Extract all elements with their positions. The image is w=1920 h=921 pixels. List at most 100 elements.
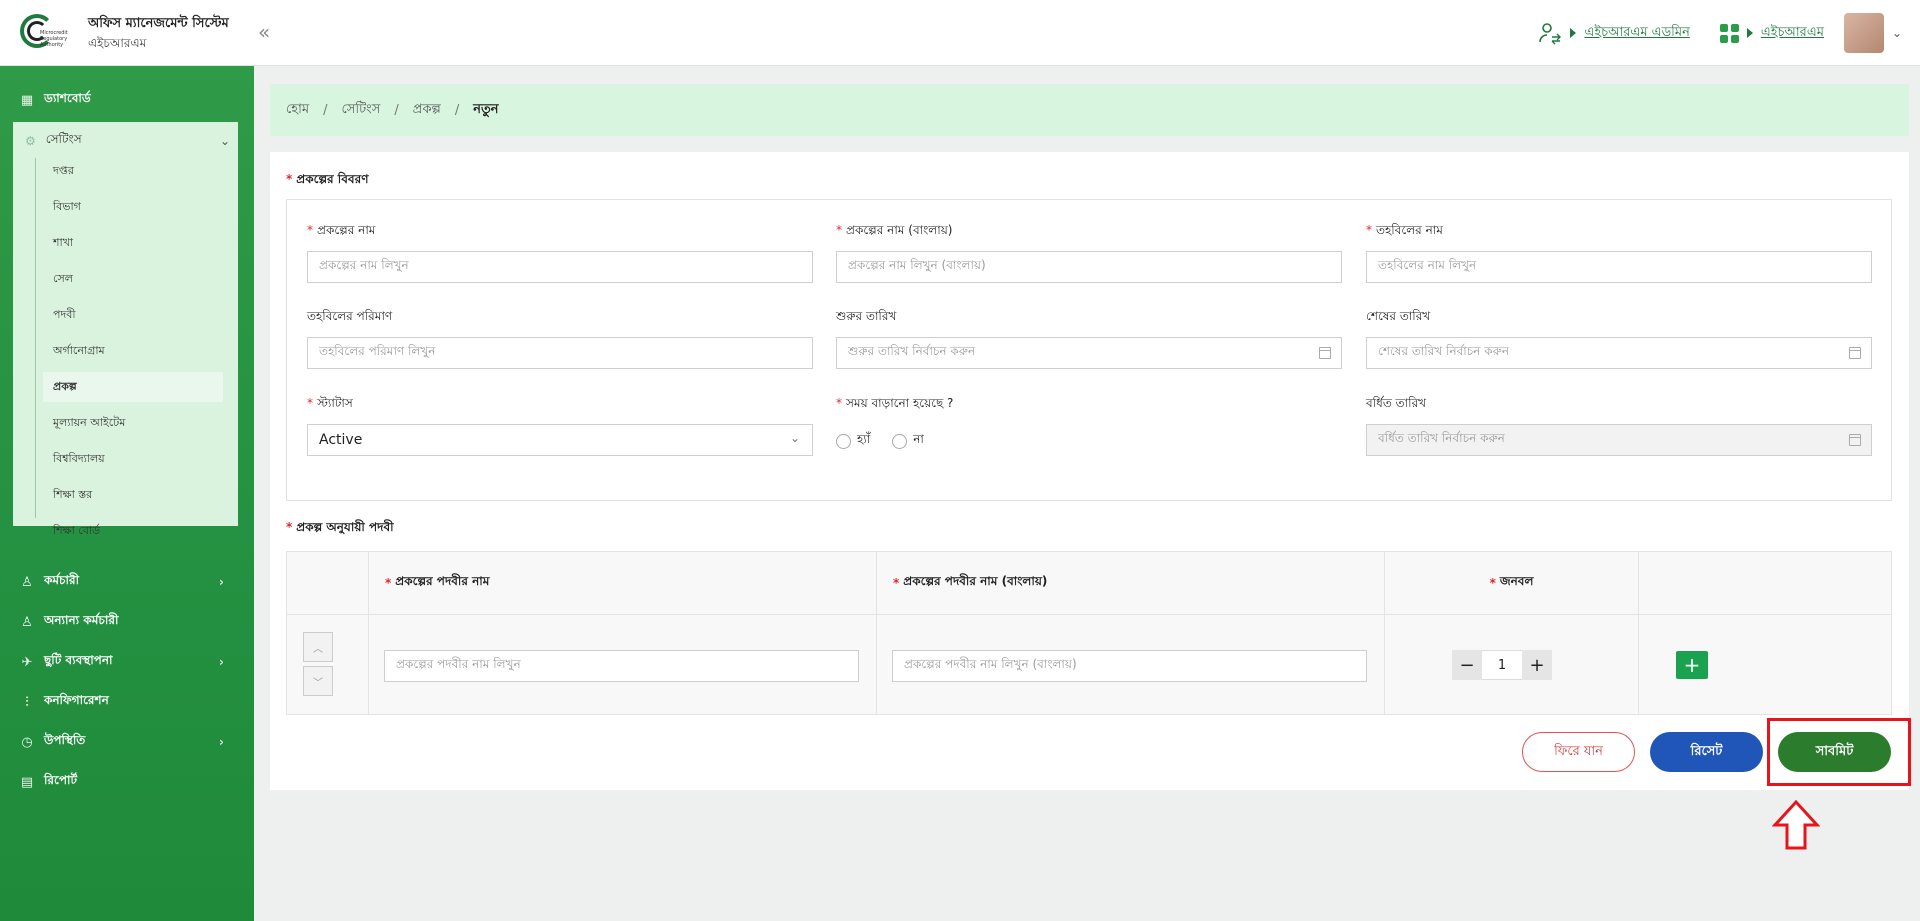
col-header-manpower: * জনবল xyxy=(1489,574,1534,590)
submenu-item-evaluation[interactable]: মূল্যায়ন আইটেম xyxy=(53,408,223,438)
radio-no[interactable] xyxy=(892,433,908,449)
move-up-button[interactable]: ︿ xyxy=(303,632,333,662)
calendar-icon[interactable] xyxy=(1849,347,1861,359)
sidebar-item-leave[interactable]: ✈ ছুটি ব্যবস্থাপনা › xyxy=(20,648,230,676)
breadcrumb-separator: / xyxy=(394,102,399,118)
col-header-designation-bn: * প্রকল্পের পদবীর নাম (বাংলায়) xyxy=(893,574,1048,590)
label-project-name-bn: * প্রকল্পের নাম (বাংলায়) xyxy=(836,223,953,237)
user-switch-icon xyxy=(1539,23,1562,45)
label-project-name: * প্রকল্পের নাম xyxy=(307,223,376,237)
settings-menu: ⚙ সেটিংস ⌄ দপ্তর বিভাগ শাখা সেল পদবী অর্… xyxy=(13,122,238,537)
sidebar: ▦ ড্যাশবোর্ড ⚙ সেটিংস ⌄ দপ্তর বিভাগ শাখা… xyxy=(0,66,254,921)
manpower-value[interactable]: 1 xyxy=(1482,650,1522,680)
project-name-input[interactable]: প্রকল্পের নাম লিখুন xyxy=(307,251,813,283)
sidebar-item-employee[interactable]: ♙ কর্মচারী › xyxy=(20,568,230,596)
plane-icon: ✈ xyxy=(21,654,33,670)
submenu-item-project[interactable]: প্রকল্প xyxy=(43,372,223,402)
submenu-item-university[interactable]: বিশ্ববিদ্যালয় xyxy=(53,444,223,474)
chevron-right-icon: › xyxy=(219,655,224,669)
label-fund-amount: তহবিলের পরিমাণ xyxy=(307,309,393,323)
label-extended: * সময় বাড়ানো হয়েছে ? xyxy=(836,396,954,410)
breadcrumb-separator: / xyxy=(323,102,328,118)
start-date-placeholder: শুরুর তারিখ নির্বাচন করুন xyxy=(848,344,976,358)
label-fund-name: * তহবিলের নাম xyxy=(1366,223,1443,237)
module-link[interactable]: এইচআরএম xyxy=(1761,23,1824,44)
extended-radio-group: হ্যাঁ না xyxy=(836,431,924,451)
sidebar-item-label: রিপোর্ট xyxy=(44,773,78,787)
radio-yes[interactable] xyxy=(836,433,851,449)
user-icon: ♙ xyxy=(21,614,33,630)
gear-icon: ⚙ xyxy=(25,134,36,148)
user-avatar[interactable] xyxy=(1843,13,1884,53)
sidebar-item-attendance[interactable]: ◷ উপস্থিতি › xyxy=(20,728,230,756)
label-start-date: শুরুর তারিখ xyxy=(836,309,897,323)
fund-amount-input[interactable]: তহবিলের পরিমাণ লিখুন xyxy=(307,337,813,369)
submenu-item-organogram[interactable]: অর্গানোগ্রাম xyxy=(53,336,223,366)
app-title: অফিস ম্যানেজমেন্ট সিস্টেম xyxy=(88,16,229,31)
sidebar-item-report[interactable]: ▤ রিপোর্ট xyxy=(20,768,230,796)
col-header-designation: * প্রকল্পের পদবীর নাম xyxy=(385,574,490,590)
sidebar-item-label: ড্যাশবোর্ড xyxy=(44,91,91,105)
mra-logo: Microcredit Regulatory Authority xyxy=(20,14,70,52)
chevron-down-icon[interactable]: ⌄ xyxy=(1892,26,1902,40)
breadcrumb-home[interactable]: হোম xyxy=(286,100,309,121)
submenu-item-education-level[interactable]: শিক্ষা স্তর xyxy=(53,480,223,510)
calendar-icon[interactable] xyxy=(1319,347,1331,359)
submenu-item-designation[interactable]: পদবী xyxy=(53,300,223,330)
submenu-item-education-board[interactable]: শিক্ষা বোর্ড xyxy=(53,516,223,546)
submenu-item-department[interactable]: বিভাগ xyxy=(53,192,223,222)
back-button[interactable]: ফিরে যান xyxy=(1522,732,1635,772)
radio-no-label: না xyxy=(913,432,924,446)
calendar-icon xyxy=(1849,434,1861,446)
collapse-sidebar-button[interactable]: « xyxy=(258,20,270,44)
app-subtitle: এইচআরএম xyxy=(88,36,147,50)
chevron-right-icon: › xyxy=(219,575,224,589)
sidebar-item-label: সেটিংস xyxy=(45,132,82,146)
reset-button[interactable]: রিসেট xyxy=(1650,732,1763,772)
label-status: * স্ট্যাটাস xyxy=(307,396,353,410)
submenu-item-cell[interactable]: সেল xyxy=(53,264,223,294)
table-row: ︿ ﹀ প্রকল্পের পদবীর নাম লিখুন প্রকল্পের … xyxy=(287,614,1891,714)
up-arrow-icon xyxy=(1772,800,1820,850)
designation-input[interactable]: প্রকল্পের পদবীর নাম লিখুন xyxy=(384,650,859,682)
logo-text: Microcredit Regulatory Authority xyxy=(40,30,68,48)
top-bar: Microcredit Regulatory Authority অফিস ম্… xyxy=(0,0,1920,66)
sidebar-item-settings[interactable]: ⚙ সেটিংস ⌄ xyxy=(25,130,230,152)
project-name-bn-input[interactable]: প্রকল্পের নাম লিখুন (বাংলায়) xyxy=(836,251,1342,283)
sidebar-item-other-employee[interactable]: ♙ অন্যান্য কর্মচারী xyxy=(20,608,230,636)
sidebar-item-dashboard[interactable]: ▦ ড্যাশবোর্ড xyxy=(20,86,230,114)
section-title-designations: * প্রকল্প অনুযায়ী পদবী xyxy=(286,520,394,534)
project-details-box: * প্রকল্পের নাম প্রকল্পের নাম লিখুন * প্রক… xyxy=(286,199,1892,501)
extended-date-input: বর্ধিত তারিখ নির্বাচন করুন xyxy=(1366,424,1872,456)
breadcrumb-settings[interactable]: সেটিংস xyxy=(341,100,380,121)
add-row-button[interactable]: + xyxy=(1676,651,1708,679)
decrement-button[interactable]: − xyxy=(1452,650,1482,680)
extended-date-placeholder: বর্ধিত তারিখ নির্বাচন করুন xyxy=(1378,431,1505,445)
increment-button[interactable]: + xyxy=(1522,650,1552,680)
breadcrumb-project[interactable]: প্রকল্প xyxy=(413,100,441,121)
sidebar-item-configuration[interactable]: ⫶ কনফিগারেশন xyxy=(20,688,230,716)
document-icon: ▤ xyxy=(20,774,34,790)
submenu-item-branch[interactable]: শাখা xyxy=(53,228,223,258)
designation-table: * প্রকল্পের পদবীর নাম * প্রকল্পের পদবীর না… xyxy=(286,551,1892,715)
end-date-input[interactable]: শেষের তারিখ নির্বাচন করুন xyxy=(1366,337,1872,369)
sidebar-item-label: উপস্থিতি xyxy=(44,733,86,747)
submit-highlight-box xyxy=(1767,718,1911,786)
chevron-down-icon: ⌄ xyxy=(219,134,230,148)
fund-name-input[interactable]: তহবিলের নাম লিখুন xyxy=(1366,251,1872,283)
breadcrumb-current: নতুন xyxy=(473,101,499,117)
start-date-input[interactable]: শুরুর তারিখ নির্বাচন করুন xyxy=(836,337,1342,369)
designation-bn-input[interactable]: প্রকল্পের পদবীর নাম লিখুন (বাংলায়) xyxy=(892,650,1367,682)
sidebar-item-label: কর্মচারী xyxy=(44,573,80,587)
label-end-date: শেষের তারিখ xyxy=(1366,309,1431,323)
role-link[interactable]: এইচআরএম এডমিন xyxy=(1584,23,1689,44)
chevron-down-icon: ⌄ xyxy=(789,431,800,445)
sidebar-item-label: কনফিগারেশন xyxy=(44,693,109,707)
submenu-item-office[interactable]: দপ্তর xyxy=(53,156,223,186)
status-select[interactable]: Active ⌄ xyxy=(307,424,813,456)
section-title-project-details: * প্রকল্পের বিবরণ xyxy=(286,172,369,186)
radio-yes-label: হ্যাঁ xyxy=(857,432,871,446)
end-date-placeholder: শেষের তারিখ নির্বাচন করুন xyxy=(1378,344,1510,358)
status-value: Active xyxy=(319,432,363,448)
move-down-button[interactable]: ﹀ xyxy=(303,666,333,696)
